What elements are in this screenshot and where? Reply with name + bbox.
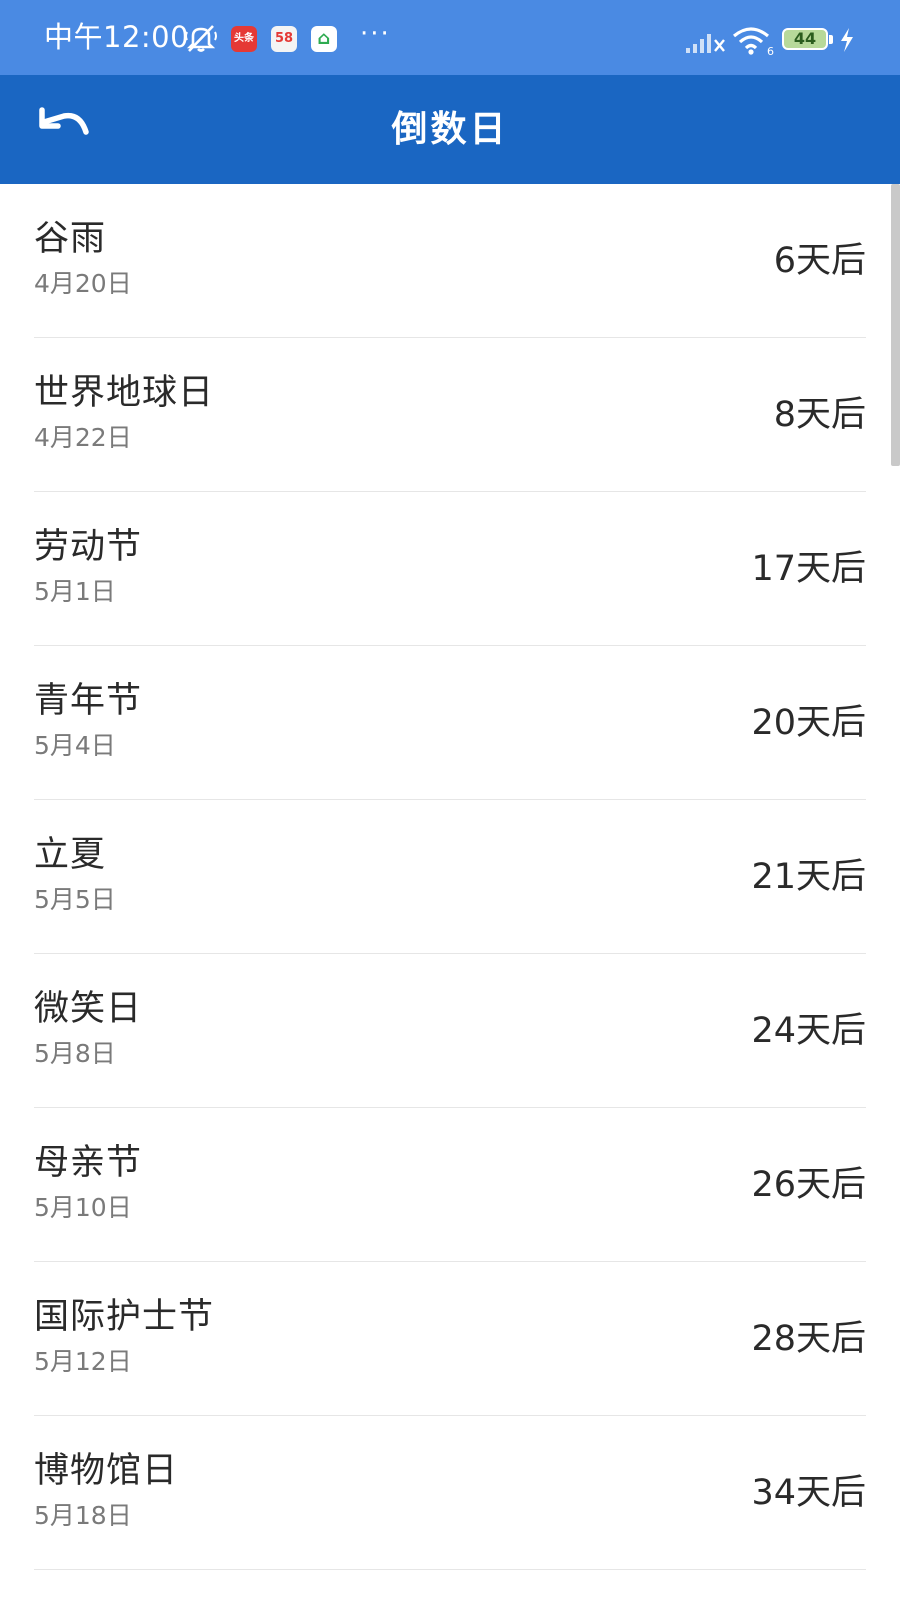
event-date: 5月1日 <box>34 577 116 606</box>
event-countdown: 28天后 <box>751 1319 866 1359</box>
app-header: 倒数日 <box>0 75 900 184</box>
battery-icon: 44 <box>782 28 828 50</box>
event-countdown: 8天后 <box>773 395 866 435</box>
divider <box>34 1569 866 1570</box>
list-item[interactable]: 国际护士节 5月12日 28天后 <box>0 1262 900 1416</box>
list-item[interactable]: 谷雨 4月20日 6天后 <box>0 184 900 338</box>
event-countdown: 34天后 <box>751 1473 866 1513</box>
battery-cap <box>829 35 833 44</box>
svg-text:6: 6 <box>767 45 774 56</box>
event-name: 博物馆日 <box>34 1451 179 1491</box>
58-app-icon: 58 <box>271 26 297 52</box>
list-item[interactable]: 青年节 5月4日 20天后 <box>0 646 900 800</box>
list-item[interactable]: 微笑日 5月8日 24天后 <box>0 954 900 1108</box>
event-date: 5月8日 <box>34 1039 116 1068</box>
page-title: 倒数日 <box>391 109 509 150</box>
list-item[interactable]: 立夏 5月5日 21天后 <box>0 800 900 954</box>
status-bar: 中午12:00 头条 58 ⌂ ··· 6 44 <box>0 0 900 75</box>
event-date: 5月4日 <box>34 731 116 760</box>
event-name: 母亲节 <box>34 1143 143 1183</box>
list-item[interactable]: 世界地球日 4月22日 8天后 <box>0 338 900 492</box>
event-name: 立夏 <box>34 835 107 875</box>
cellular-signal-icon <box>686 30 726 58</box>
event-date: 5月5日 <box>34 885 116 914</box>
toutiao-app-icon: 头条 <box>231 26 257 52</box>
event-date: 5月10日 <box>34 1193 132 1222</box>
event-date: 4月20日 <box>34 269 132 298</box>
event-name: 世界地球日 <box>34 373 215 413</box>
battery-level: 44 <box>793 29 817 48</box>
event-name: 微笑日 <box>34 989 143 1029</box>
event-countdown: 20天后 <box>751 703 866 743</box>
event-countdown: 24天后 <box>751 1011 866 1051</box>
event-date: 4月22日 <box>34 423 132 452</box>
status-time: 中午12:00 <box>44 20 190 54</box>
wifi-icon: 6 <box>731 24 775 60</box>
vcapro-app-icon: ⌂ <box>311 26 337 52</box>
charging-bolt-icon <box>839 28 855 56</box>
event-countdown: 17天后 <box>751 549 866 589</box>
event-name: 谷雨 <box>34 219 107 259</box>
silent-mode-icon <box>184 22 218 58</box>
list-item[interactable]: 劳动节 5月1日 17天后 <box>0 492 900 646</box>
list-item[interactable]: 母亲节 5月10日 26天后 <box>0 1108 900 1262</box>
more-notifications-icon: ··· <box>360 19 391 49</box>
event-countdown: 6天后 <box>773 241 866 281</box>
event-countdown: 26天后 <box>751 1165 866 1205</box>
event-countdown: 21天后 <box>751 857 866 897</box>
scrollbar[interactable] <box>891 184 900 466</box>
event-name: 国际护士节 <box>34 1297 215 1337</box>
event-name: 劳动节 <box>34 527 143 567</box>
list-item[interactable]: 博物馆日 5月18日 34天后 <box>0 1416 900 1570</box>
event-date: 5月12日 <box>34 1347 132 1376</box>
event-name: 青年节 <box>34 681 143 721</box>
event-date: 5月18日 <box>34 1501 132 1530</box>
countdown-list: 谷雨 4月20日 6天后 世界地球日 4月22日 8天后 劳动节 5月1日 17… <box>0 184 900 1570</box>
